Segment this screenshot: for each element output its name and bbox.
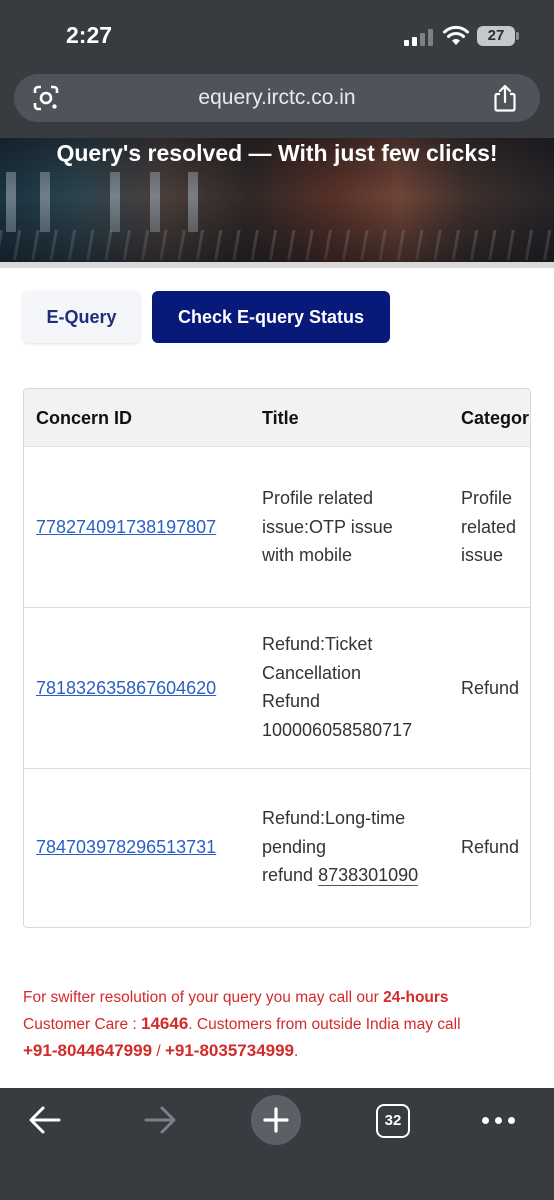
concern-table: Concern ID Title Categor 778274091738197… xyxy=(23,388,531,928)
note-hours: 24-hours xyxy=(383,989,449,1006)
title-line: pending xyxy=(262,836,327,857)
title-line-text: refund xyxy=(262,865,314,885)
share-icon[interactable] xyxy=(492,84,518,112)
column-header-concern-id: Concern ID xyxy=(36,408,133,428)
row-category: Refund xyxy=(461,674,519,703)
column-header-title: Title xyxy=(262,408,299,428)
note-separator: / xyxy=(152,1043,165,1060)
concern-id-link[interactable]: 784703978296513731 xyxy=(36,833,216,862)
title-line: Profile related xyxy=(262,488,374,508)
title-line: Cancellation xyxy=(262,662,362,683)
title-line: Refund:Long-time xyxy=(262,808,406,828)
row-category: Refund xyxy=(461,833,519,862)
customer-care-note: For swifter resolution of your query you… xyxy=(23,985,533,1065)
address-bar[interactable]: equery.irctc.co.in xyxy=(14,74,540,122)
title-line: Refund:Ticket xyxy=(262,634,373,654)
back-arrow-icon[interactable] xyxy=(28,1105,62,1135)
row-title: Refund:Long-time pending refund 87383010… xyxy=(262,804,419,890)
category-line: related xyxy=(461,516,517,537)
row-title: Profile related issue:OTP issue with mob… xyxy=(262,484,393,570)
status-bar: 2:27 27 xyxy=(0,0,554,66)
new-tab-button[interactable] xyxy=(251,1095,301,1145)
more-options-icon[interactable] xyxy=(482,1117,516,1125)
title-line: with mobile xyxy=(262,545,353,565)
international-phone-2[interactable]: +91-8035734999 xyxy=(165,1041,294,1060)
browser-top-chrome: 2:27 27 equery.irctc.co.in xyxy=(0,0,554,138)
concern-id-link[interactable]: 781832635867604620 xyxy=(36,674,216,703)
battery-icon: 27 xyxy=(477,26,519,46)
hero-banner: Query's resolved — With just few clicks! xyxy=(0,138,554,268)
column-header-category: Categor xyxy=(461,408,530,428)
title-line: refund 8738301090 xyxy=(262,861,419,890)
row-title: Refund:Ticket Cancellation Refund 100006… xyxy=(262,630,412,744)
url-text[interactable]: equery.irctc.co.in xyxy=(14,74,540,122)
hero-title: Query's resolved — With just few clicks! xyxy=(56,140,498,166)
title-line: Refund xyxy=(262,691,321,711)
tab-e-query[interactable]: E-Query xyxy=(23,291,140,343)
table-row: 784703978296513731 Refund:Long-time pend… xyxy=(24,769,530,927)
status-time: 2:27 xyxy=(66,22,113,48)
international-phone-1[interactable]: +91-8044647999 xyxy=(23,1041,152,1060)
category-line: issue xyxy=(461,545,504,565)
title-line: 100006058580717 xyxy=(262,719,413,740)
wifi-icon xyxy=(443,25,469,45)
note-text: Customer Care : xyxy=(23,1016,142,1033)
tab-check-e-query-status[interactable]: Check E-query Status xyxy=(152,291,390,343)
divider xyxy=(0,262,554,268)
plus-icon xyxy=(263,1107,289,1133)
note-text: For swifter resolution of your query you… xyxy=(23,989,384,1006)
concern-id-link[interactable]: 778274091738197807 xyxy=(36,513,216,542)
table-header: Concern ID Title Categor xyxy=(24,389,530,447)
browser-bottom-toolbar: 32 xyxy=(0,1088,554,1200)
tabs-count-button[interactable]: 32 xyxy=(376,1104,410,1138)
note-text: . Customers from outside India may call xyxy=(188,1016,461,1033)
forward-arrow-icon[interactable] xyxy=(143,1105,177,1135)
title-line: issue:OTP issue xyxy=(262,516,393,537)
detected-phone-number[interactable]: 8738301090 xyxy=(318,865,419,886)
table-row: 781832635867604620 Refund:Ticket Cancell… xyxy=(24,608,530,769)
row-category: Profile related issue xyxy=(461,484,516,570)
table-row: 778274091738197807 Profile related issue… xyxy=(24,447,530,608)
customer-care-number[interactable]: 14646 xyxy=(141,1014,188,1033)
category-line: Profile xyxy=(461,488,513,508)
cellular-signal-icon xyxy=(404,28,434,46)
note-text: . xyxy=(294,1043,299,1060)
category-line: Refund xyxy=(461,837,520,857)
category-line: Refund xyxy=(461,678,520,698)
